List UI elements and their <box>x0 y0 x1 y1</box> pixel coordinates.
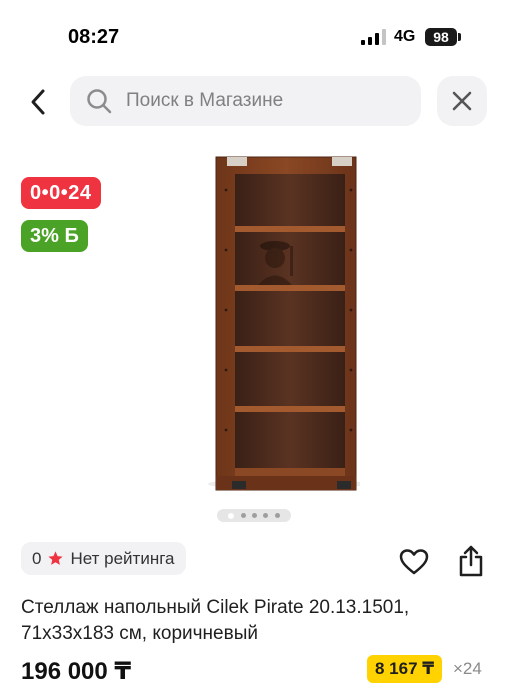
rating-count: 0 <box>32 548 42 568</box>
installment-price[interactable]: 8 167 ₸ <box>367 655 443 683</box>
product-image[interactable] <box>150 150 364 495</box>
gallery-dot[interactable] <box>263 513 269 518</box>
product-title: Стеллаж напольный Cilek Pirate 20.13.150… <box>21 597 410 644</box>
rating-text: Нет рейтинга <box>70 548 175 568</box>
gallery-dot[interactable] <box>228 512 235 519</box>
favorite-button[interactable] <box>397 545 431 579</box>
share-button[interactable] <box>454 543 488 579</box>
network-type: 4G <box>394 28 416 45</box>
battery-level: 98 <box>425 28 457 46</box>
search-input[interactable] <box>126 90 396 112</box>
product-price: 196 000 ₸ <box>21 658 132 685</box>
status-bar: 08:27 4G 98 <box>0 0 508 74</box>
bonus-badge: 3% Б <box>21 220 88 252</box>
rating-chip[interactable]: 0 Нет рейтинга <box>21 542 186 575</box>
timer-badge: 0•0•24 <box>21 177 101 209</box>
bookshelf-image <box>150 150 364 495</box>
back-button[interactable] <box>18 82 58 122</box>
status-time: 08:27 <box>68 26 120 48</box>
gallery-dot[interactable] <box>251 513 257 518</box>
battery-tip <box>458 33 461 41</box>
gallery-dot[interactable] <box>274 513 280 518</box>
clear-search-button[interactable] <box>437 76 487 126</box>
search-icon <box>87 89 112 114</box>
installment-months: ×24 <box>453 659 482 678</box>
search-bar[interactable] <box>70 76 421 126</box>
cellular-signal-icon <box>361 29 386 45</box>
star-icon <box>47 550 64 567</box>
share-icon <box>459 545 483 577</box>
close-icon <box>452 91 472 111</box>
chevron-left-icon <box>31 89 45 115</box>
heart-icon <box>399 549 429 575</box>
gallery-dot[interactable] <box>240 513 246 518</box>
gallery-pagination[interactable] <box>217 509 291 522</box>
